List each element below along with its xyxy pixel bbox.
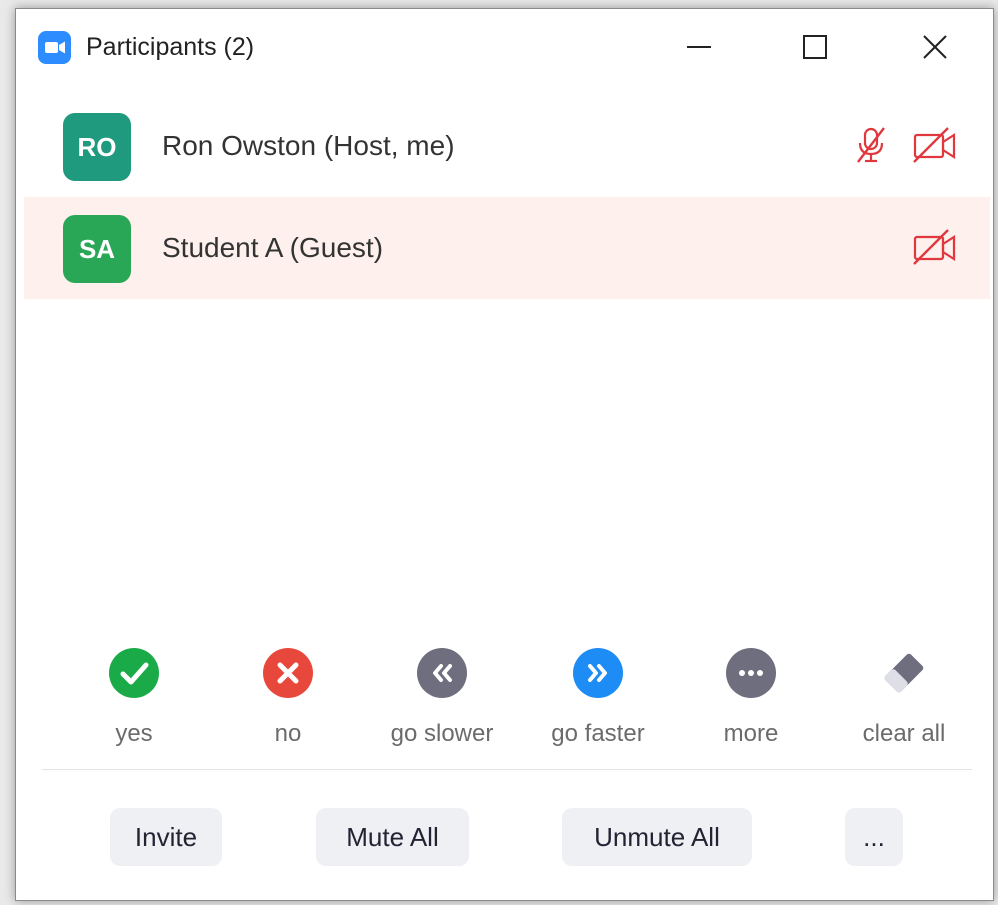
reaction-no[interactable]: no: [218, 647, 358, 757]
minimize-button[interactable]: [669, 23, 729, 69]
more-options-button[interactable]: ...: [845, 808, 903, 866]
reaction-go-slower[interactable]: go slower: [372, 647, 512, 757]
divider: [42, 769, 972, 770]
more-icon: [726, 648, 776, 698]
rewind-icon: [417, 648, 467, 698]
avatar: RO: [63, 113, 131, 181]
reaction-label: go faster: [551, 720, 645, 747]
participant-list: RO Ron Owston (Host, me) SA Student A (G…: [24, 95, 990, 299]
close-icon: [923, 35, 947, 59]
participants-window: Participants (2) RO Ron Owston (Host, me…: [15, 8, 994, 901]
mic-muted-icon[interactable]: [851, 125, 891, 165]
window-title: Participants (2): [86, 33, 255, 61]
zoom-app-icon: [38, 31, 71, 64]
check-icon: [109, 648, 159, 698]
avatar: SA: [63, 215, 131, 283]
maximize-button[interactable]: [785, 23, 845, 69]
participant-name: Ron Owston (Host, me): [162, 130, 455, 161]
reaction-label: go slower: [390, 720, 494, 747]
video-off-icon[interactable]: [912, 228, 958, 266]
fast-forward-icon: [573, 648, 623, 698]
reaction-bar: yes no go slower go faster more clear al…: [16, 647, 993, 767]
reaction-yes[interactable]: yes: [64, 647, 204, 757]
reaction-clear-all[interactable]: clear all: [834, 647, 974, 757]
reaction-label: more: [723, 720, 779, 747]
participant-row[interactable]: SA Student A (Guest): [24, 197, 990, 299]
mute-all-button[interactable]: Mute All: [316, 808, 469, 866]
reaction-label: no: [274, 720, 302, 747]
title-bar: Participants (2): [16, 9, 993, 81]
participant-name: Student A (Guest): [162, 232, 384, 263]
video-off-icon[interactable]: [912, 126, 958, 164]
invite-button[interactable]: Invite: [110, 808, 222, 866]
unmute-all-button[interactable]: Unmute All: [562, 808, 752, 866]
x-icon: [263, 648, 313, 698]
eraser-icon: [884, 653, 924, 693]
reaction-label: clear all: [862, 720, 946, 747]
reaction-label: yes: [115, 720, 153, 747]
reaction-go-faster[interactable]: go faster: [528, 647, 668, 757]
maximize-icon: [803, 35, 827, 59]
minimize-icon: [687, 46, 711, 48]
reaction-more[interactable]: more: [681, 647, 821, 757]
participant-row[interactable]: RO Ron Owston (Host, me): [24, 95, 990, 197]
close-button[interactable]: [905, 23, 965, 69]
